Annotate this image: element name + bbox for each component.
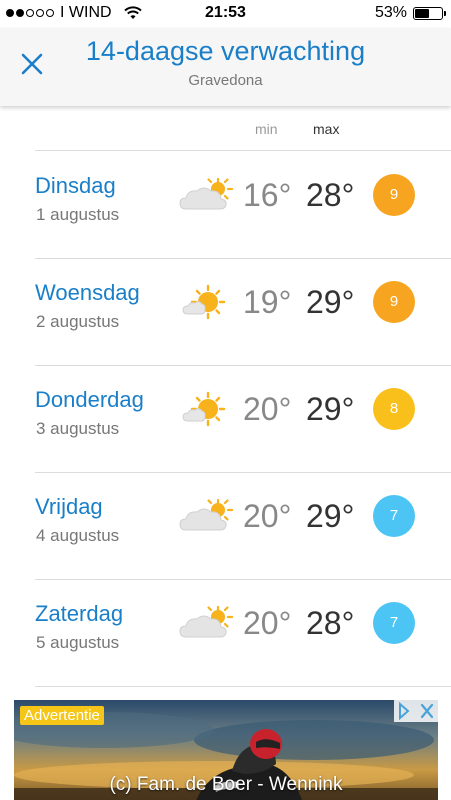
status-right: 53% [374,4,446,22]
location-subtitle: Gravedona [188,72,263,89]
battery-icon [413,6,446,20]
ad-banner[interactable]: Advertentie (c) Fam. de Boer - Wennink [14,700,438,800]
day-name: Vrijdag [35,494,103,519]
temp-min: 16° [243,177,292,213]
forecast-row[interactable]: Donderdag 3 augustus 20° 29° 8 [0,365,451,472]
app-header: 14-daagse verwachting Gravedona [0,28,451,106]
weather-score-badge: 7 [373,602,415,644]
weather-score-badge: 7 [373,495,415,537]
day-date: 5 augustus [36,633,120,652]
partly-cloudy-icon [179,605,234,638]
temp-max: 29° [306,391,355,427]
temp-min: 20° [243,391,292,427]
temp-max: 28° [306,177,355,213]
temp-max: 29° [306,498,355,534]
status-bar: I WIND 21:53 53% [0,0,451,28]
ad-label: Advertentie [20,706,104,725]
forecast-row[interactable]: Zaterdag 5 augustus 20° 28° 7 [0,579,451,686]
day-date: 1 augustus [36,205,120,224]
temp-max: 29° [306,284,355,320]
ad-choices-icon[interactable] [394,700,438,722]
day-date: 3 augustus [36,419,120,438]
forecast-row[interactable]: Vrijdag 4 augustus 20° 29° 7 [0,472,451,579]
column-header-min: min [255,121,278,137]
forecast-row[interactable]: Woensdag 2 augustus 19° 29° 9 [0,258,451,365]
divider [35,686,451,687]
page-title: 14-daagse verwachting [85,36,366,66]
temp-max: 28° [306,605,355,641]
weather-score-badge: 9 [373,174,415,216]
battery-percent: 53% [374,4,407,21]
column-header-max: max [313,121,340,137]
temp-min: 20° [243,498,292,534]
temp-min: 19° [243,284,292,320]
ad-photo-credit: (c) Fam. de Boer - Wennink [109,774,343,795]
sunny-cloud-icon [182,284,226,320]
partly-cloudy-icon [179,177,234,210]
temp-min: 20° [243,605,292,641]
day-name: Woensdag [35,280,140,305]
weather-score-badge: 8 [373,388,415,430]
day-name: Dinsdag [35,173,116,198]
weather-score-badge: 9 [373,281,415,323]
forecast-row[interactable]: Dinsdag 1 augustus 16° 28° 9 [0,151,451,258]
day-date: 2 augustus [36,312,120,331]
day-name: Donderdag [35,387,144,412]
sunny-cloud-icon [182,391,226,427]
day-date: 4 augustus [36,526,120,545]
day-name: Zaterdag [35,601,124,626]
partly-cloudy-icon [179,498,234,531]
